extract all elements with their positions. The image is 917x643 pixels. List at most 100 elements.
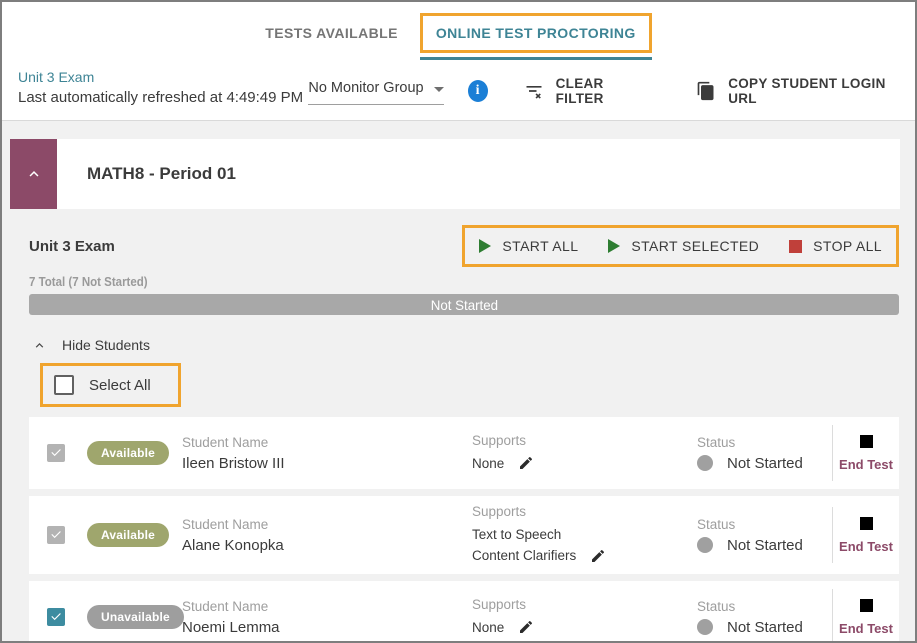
- tab-bar: TESTS AVAILABLE ONLINE TEST PROCTORING: [2, 13, 915, 60]
- hide-students-toggle[interactable]: Hide Students: [32, 337, 915, 353]
- chevron-up-icon: [25, 165, 43, 183]
- test-actions-box: START ALL START SELECTED STOP ALL: [462, 225, 899, 267]
- end-test-button[interactable]: End Test: [833, 517, 899, 554]
- edit-pencil-icon[interactable]: [518, 619, 534, 635]
- student-checkbox-cell: [29, 608, 87, 626]
- student-name-cell: Student Name Alane Konopka: [182, 517, 472, 554]
- edit-pencil-icon[interactable]: [590, 548, 606, 564]
- support-value: Content Clarifiers: [472, 545, 697, 566]
- end-test-label: End Test: [839, 621, 893, 636]
- supports-cell: Supports None: [472, 433, 697, 474]
- monitor-group-select[interactable]: No Monitor Group: [308, 80, 443, 105]
- supports-label: Supports: [472, 597, 697, 612]
- status-value: Not Started: [727, 537, 803, 554]
- student-name-cell: Student Name Noemi Lemma: [182, 599, 472, 636]
- end-test-label: End Test: [839, 539, 893, 554]
- student-checkbox[interactable]: [47, 608, 65, 626]
- supports-label: Supports: [472, 504, 697, 519]
- checkmark-icon: [49, 528, 63, 542]
- student-name-label: Student Name: [182, 517, 472, 532]
- end-test-button[interactable]: End Test: [833, 599, 899, 636]
- availability-cell: Available: [87, 523, 182, 547]
- app-window: TESTS AVAILABLE ONLINE TEST PROCTORING U…: [0, 0, 917, 643]
- exam-section-title: Unit 3 Exam: [29, 238, 115, 255]
- copy-student-login-url-button[interactable]: COPY STUDENT LOGIN URL: [696, 76, 899, 106]
- supports-cell: Supports None: [472, 597, 697, 638]
- copy-login-label: COPY STUDENT LOGIN URL: [728, 76, 899, 106]
- status-label: Status: [697, 517, 832, 532]
- exam-section-header: Unit 3 Exam START ALL START SELECTED STO…: [29, 225, 899, 267]
- stop-all-button[interactable]: STOP ALL: [789, 238, 882, 254]
- stop-square-icon: [860, 517, 873, 530]
- exam-name-link[interactable]: Unit 3 Exam: [18, 69, 308, 85]
- exam-info: Unit 3 Exam Last automatically refreshed…: [18, 69, 308, 106]
- support-value: None: [472, 617, 697, 638]
- stop-icon: [789, 240, 802, 253]
- hide-students-label: Hide Students: [62, 337, 150, 353]
- student-row: Available Student Name Alane Konopka Sup…: [29, 496, 899, 574]
- collapse-group-button[interactable]: [10, 139, 57, 209]
- clear-filter-label: CLEAR FILTER: [556, 76, 645, 106]
- student-checkbox[interactable]: [47, 444, 65, 462]
- start-all-button[interactable]: START ALL: [479, 238, 578, 254]
- select-all-control: Select All: [40, 363, 181, 407]
- monitor-group-value: No Monitor Group: [308, 80, 423, 96]
- student-name-cell: Student Name Ileen Bristow III: [182, 435, 472, 472]
- status-progress-bar: Not Started: [29, 294, 899, 315]
- toolbar: Unit 3 Exam Last automatically refreshed…: [2, 60, 915, 120]
- supports-cell: Supports Text to SpeechContent Clarifier…: [472, 504, 697, 566]
- last-refreshed-text: Last automatically refreshed at 4:49:49 …: [18, 89, 308, 106]
- student-row: Unavailable Student Name Noemi Lemma Sup…: [29, 581, 899, 643]
- student-name-label: Student Name: [182, 599, 472, 614]
- chevron-up-icon: [32, 338, 47, 353]
- student-checkbox[interactable]: [47, 526, 65, 544]
- checkmark-icon: [49, 446, 63, 460]
- student-checkbox-cell: [29, 526, 87, 544]
- student-row: Available Student Name Ileen Bristow III…: [29, 417, 899, 489]
- class-group-title: MATH8 - Period 01: [57, 139, 900, 209]
- status-line: Not Started: [697, 455, 832, 472]
- student-name-value: Alane Konopka: [182, 537, 472, 554]
- select-all-checkbox[interactable]: [54, 375, 74, 395]
- status-label: Status: [697, 435, 832, 450]
- stop-square-icon: [860, 599, 873, 612]
- play-icon: [608, 239, 620, 253]
- availability-badge: Available: [87, 441, 169, 465]
- select-all-label: Select All: [89, 377, 151, 394]
- supports-values: Text to SpeechContent Clarifiers: [472, 524, 697, 566]
- student-count-summary: 7 Total (7 Not Started): [29, 275, 844, 289]
- supports-values: None: [472, 453, 697, 474]
- end-test-label: End Test: [839, 457, 893, 472]
- status-dot-icon: [697, 619, 713, 635]
- edit-pencil-icon[interactable]: [518, 455, 534, 471]
- progress-bar-label: Not Started: [430, 297, 497, 313]
- stop-square-icon: [860, 435, 873, 448]
- status-cell: Status Not Started: [697, 599, 832, 636]
- page-header: TESTS AVAILABLE ONLINE TEST PROCTORING U…: [2, 2, 915, 121]
- student-name-label: Student Name: [182, 435, 472, 450]
- copy-icon: [696, 81, 716, 101]
- student-list: Available Student Name Ileen Bristow III…: [29, 417, 899, 643]
- stop-all-label: STOP ALL: [813, 238, 882, 254]
- clear-filter-button[interactable]: CLEAR FILTER: [524, 76, 645, 106]
- status-label: Status: [697, 599, 832, 614]
- filter-clear-icon: [524, 81, 544, 101]
- status-line: Not Started: [697, 619, 832, 636]
- availability-badge: Unavailable: [87, 605, 184, 629]
- info-icon[interactable]: i: [468, 80, 488, 102]
- tab-online-test-proctoring[interactable]: ONLINE TEST PROCTORING: [420, 13, 652, 53]
- status-cell: Status Not Started: [697, 435, 832, 472]
- start-all-label: START ALL: [502, 238, 578, 254]
- end-test-button[interactable]: End Test: [833, 435, 899, 472]
- start-selected-button[interactable]: START SELECTED: [608, 238, 759, 254]
- class-group-header: MATH8 - Period 01: [10, 139, 900, 209]
- status-value: Not Started: [727, 455, 803, 472]
- tab-tests-available[interactable]: TESTS AVAILABLE: [265, 13, 412, 41]
- student-checkbox-cell: [29, 444, 87, 462]
- status-dot-icon: [697, 455, 713, 471]
- start-selected-label: START SELECTED: [631, 238, 759, 254]
- support-value: None: [472, 453, 697, 474]
- checkmark-icon: [49, 610, 63, 624]
- supports-label: Supports: [472, 433, 697, 448]
- play-icon: [479, 239, 491, 253]
